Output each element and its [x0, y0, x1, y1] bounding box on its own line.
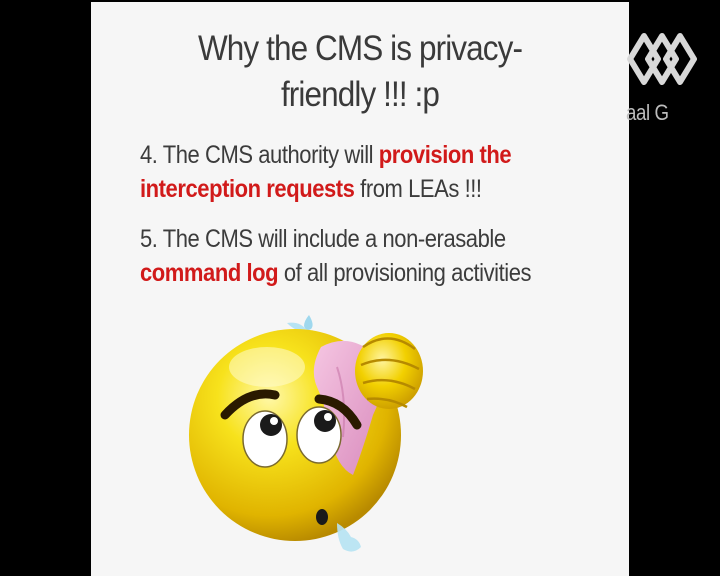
diamond-logo-icon	[627, 33, 697, 85]
point-5-prefix: 5. The CMS will include a non-erasable	[140, 225, 506, 253]
slide-title: Why the CMS is privacy- friendly !!! :p	[118, 26, 602, 118]
worried-sweating-emoji-icon	[189, 315, 423, 552]
fist-icon	[355, 333, 423, 409]
point-5-highlight: command log	[140, 259, 279, 287]
bullet-point-4: 4. The CMS authority will provision the …	[140, 138, 615, 206]
point-4-prefix: 4. The CMS authority will	[140, 141, 379, 169]
video-frame: Why the CMS is privacy- friendly !!! :p …	[0, 0, 720, 576]
bullet-point-5: 5. The CMS will include a non-erasable c…	[140, 222, 615, 290]
point-4-suffix: from LEAs !!!	[354, 175, 482, 203]
presentation-slide: Why the CMS is privacy- friendly !!! :p …	[91, 2, 629, 576]
watermark-text: aal G	[626, 100, 669, 125]
slide-title-line-2: friendly !!! :p	[280, 75, 440, 114]
slide-title-line-1: Why the CMS is privacy-	[197, 29, 523, 68]
point-4-highlight-b: interception requests	[140, 175, 355, 203]
point-5-suffix: of all provisioning activities	[278, 259, 532, 287]
point-4-highlight-a: provision the	[378, 141, 512, 169]
bullet-list: 4. The CMS authority will provision the …	[140, 138, 554, 306]
